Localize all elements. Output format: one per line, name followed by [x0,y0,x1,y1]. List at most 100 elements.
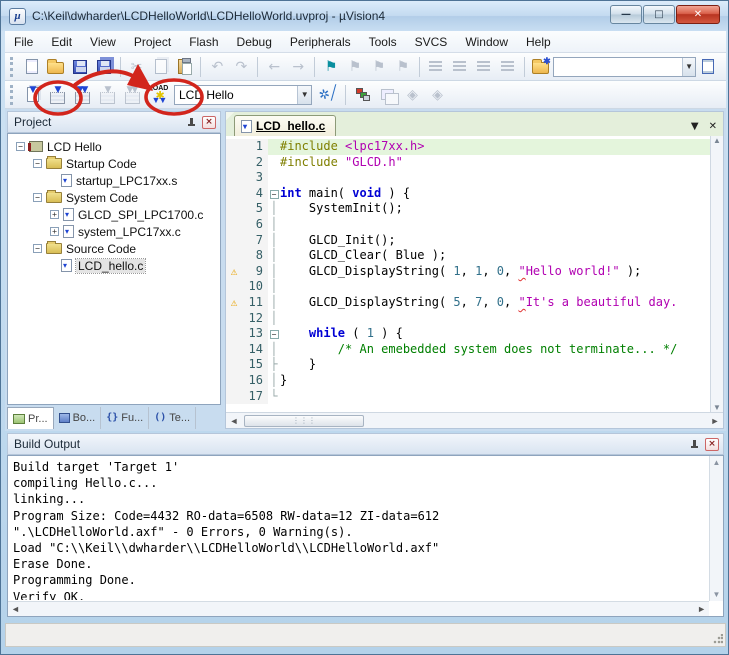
search-input[interactable] [553,59,682,74]
scroll-right-icon[interactable]: ► [697,604,706,614]
tree-item-source-code[interactable]: − Source Code [8,240,220,257]
combobox-dropdown-icon[interactable]: ▼ [297,85,311,104]
panel-tab-te[interactable]: () Te... [149,407,197,429]
menu-window[interactable]: Window [456,32,517,52]
undo-button[interactable]: ↶ [205,55,229,79]
tree-item-lcd-hello[interactable]: − LCD Hello [8,138,220,155]
menu-svcs[interactable]: SVCS [406,32,457,52]
find-in-files-button[interactable]: ✱ [529,55,553,79]
multi-project-button[interactable]: ◈ [400,83,425,107]
indent-button[interactable] [424,55,448,79]
tab-list-dropdown-icon[interactable]: ▼ [691,121,699,132]
uncomment-button[interactable] [496,55,520,79]
tree-item-startup-code[interactable]: − Startup Code [8,155,220,172]
fold-collapse-icon[interactable]: − [268,186,280,202]
tree-expander-icon[interactable]: − [33,159,42,168]
toolbar-grip[interactable] [10,56,17,77]
manage-components-button[interactable] [350,83,375,107]
resize-grip[interactable] [713,634,723,644]
workspace-button[interactable]: ◈ [425,83,450,107]
editor-tab-lcd-hello[interactable]: LCD_hello.c [234,115,337,136]
comment-button[interactable] [472,55,496,79]
stop-build-button[interactable]: ▼▼ [120,83,145,107]
save-button[interactable] [68,55,92,79]
menu-flash[interactable]: Flash [180,32,227,52]
target-select-value[interactable] [175,87,298,102]
open-file-button[interactable] [44,55,68,79]
tree-expander-icon[interactable]: − [33,193,42,202]
scroll-left-icon[interactable]: ◄ [11,604,20,614]
pin-icon[interactable] [689,439,700,450]
toolbar-grip[interactable] [10,84,17,105]
fold-collapse-icon[interactable]: − [268,326,280,342]
project-close-icon[interactable]: × [202,115,216,129]
combobox-dropdown-icon[interactable]: ▼ [681,57,696,76]
redo-button[interactable]: ↷ [229,55,253,79]
rebuild-button[interactable]: ▼▼ [70,83,95,107]
unindent-button[interactable] [448,55,472,79]
search-combobox[interactable]: ▼ [552,56,697,77]
tree-item-startup-lpc17xx-s[interactable]: startup_LPC17xx.s [8,172,220,189]
previous-bookmark-button[interactable]: ⚑ [343,55,367,79]
tree-expander-icon[interactable]: − [33,244,42,253]
paste-button[interactable] [173,55,197,79]
target-options-button[interactable]: ✲╱ [316,83,341,107]
scroll-down-icon[interactable]: ▼ [713,403,721,412]
build-button[interactable]: ▼ [45,83,70,107]
next-bookmark-button[interactable]: ⚑ [367,55,391,79]
scrollbar-thumb[interactable]: ⋮⋮⋮ [244,414,364,427]
code-line-6: 6 │ [226,216,710,233]
editor-vertical-scrollbar[interactable]: ▲ ▼ [710,136,723,412]
save-all-button[interactable] [92,55,116,79]
menu-project[interactable]: Project [125,32,180,52]
panel-tab-bo[interactable]: Bo... [54,407,102,429]
translate-button[interactable]: ▼ [20,83,45,107]
project-tree[interactable]: −LCD Hello−Startup Codestartup_LPC17xx.s… [7,133,221,405]
navigate-forward-button[interactable]: → [286,55,310,79]
menu-edit[interactable]: Edit [42,32,81,52]
menu-view[interactable]: View [81,32,125,52]
close-document-icon[interactable]: ✕ [709,121,717,132]
build-output-console[interactable]: Build target 'Target 1' compiling Hello.c… [7,455,724,617]
copy-button[interactable] [149,55,173,79]
file-extensions-button[interactable] [375,83,400,107]
pin-icon[interactable] [186,117,197,128]
insert-bookmark-button[interactable]: ⚑ [319,55,343,79]
scroll-right-icon[interactable]: ► [707,416,723,426]
tree-expander-icon[interactable]: − [16,142,25,151]
tree-expander-icon[interactable]: + [50,210,59,219]
tree-item-glcd-spi-lpc1700-c[interactable]: + GLCD_SPI_LPC1700.c [8,206,220,223]
target-select[interactable]: ▼ [174,84,312,105]
minimize-button[interactable]: — [610,5,642,24]
tree-item-lcd-hello-c[interactable]: LCD_hello.c [8,257,220,274]
clear-bookmarks-button[interactable]: ⚑ [391,55,415,79]
new-file-button[interactable] [20,55,44,79]
build-output-close-icon[interactable]: × [705,437,719,451]
menu-debug[interactable]: Debug [228,32,281,52]
panel-tab-fu[interactable]: {} Fu... [101,407,150,429]
scroll-up-icon[interactable]: ▲ [713,136,721,145]
menu-peripherals[interactable]: Peripherals [281,32,360,52]
scroll-left-icon[interactable]: ◄ [226,416,242,426]
console-horizontal-scrollbar[interactable]: ◄ ► [8,601,709,616]
navigate-back-button[interactable]: ← [262,55,286,79]
menu-tools[interactable]: Tools [360,32,406,52]
console-vertical-scrollbar[interactable]: ▲ ▼ [709,456,723,601]
batch-build-button[interactable]: ▼ [95,83,120,107]
scroll-down-icon[interactable]: ▼ [713,590,721,599]
scroll-up-icon[interactable]: ▲ [713,458,721,467]
tree-item-system-code[interactable]: − System Code [8,189,220,206]
tree-expander-icon[interactable]: + [50,227,59,236]
find-button[interactable] [696,55,720,79]
tree-item-system-lpc17xx-c[interactable]: + system_LPC17xx.c [8,223,220,240]
maximize-button[interactable]: □ [643,5,675,24]
panel-tab-pr[interactable]: Pr... [7,407,54,429]
close-button[interactable]: ✕ [676,5,720,24]
cut-button[interactable]: ✂ [125,55,149,79]
menu-help[interactable]: Help [517,32,560,52]
menu-file[interactable]: File [5,32,42,52]
title-bar[interactable]: µ C:\Keil\dwharder\LCDHelloWorld\LCDHell… [1,1,728,31]
load-button[interactable]: LOAD ✱ ▼▼ [145,83,170,107]
code-area[interactable]: 1 #include <lpc17xx.h> 2 #include "GLCD.h" 3… [226,136,710,412]
editor-horizontal-scrollbar[interactable]: ◄ ⋮⋮⋮ ► [226,412,723,428]
